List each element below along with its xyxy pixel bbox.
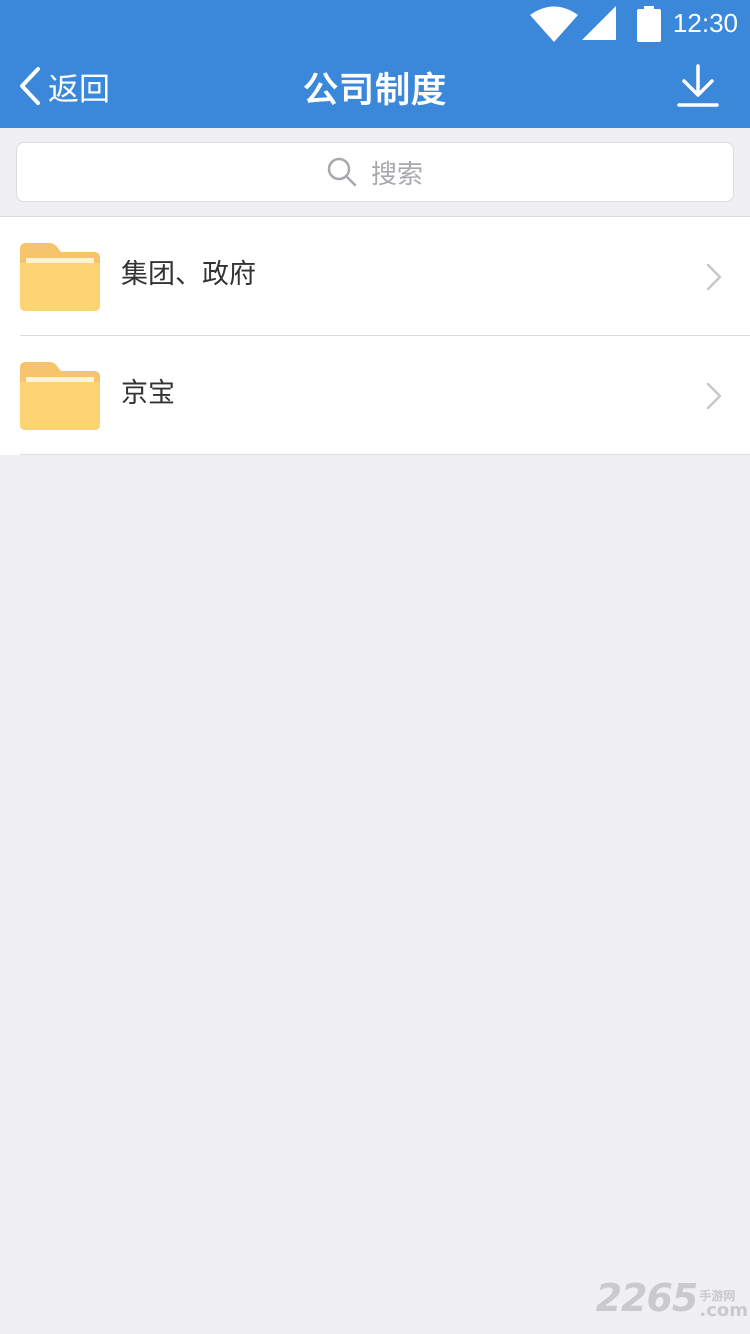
header: 12:30 返回 公司制度 (0, 0, 750, 128)
divider (20, 454, 750, 455)
status-bar: 12:30 (0, 0, 750, 48)
search-bar: 搜索 (0, 128, 750, 216)
watermark-logo: 2265 手游网 .com (596, 1276, 748, 1320)
watermark-main: 2265 (595, 1276, 699, 1320)
nav-bar: 返回 公司制度 (0, 48, 750, 128)
search-placeholder: 搜索 (370, 159, 423, 190)
watermark-side: 手游网 .com (699, 1290, 748, 1320)
folder-list: 集团、政府 京宝 (0, 216, 750, 455)
download-icon (677, 64, 719, 107)
cellular-signal-icon (582, 6, 616, 40)
wifi-icon (530, 6, 578, 42)
battery-icon (637, 6, 661, 42)
folder-label: 集团、政府 (121, 259, 256, 290)
folder-item-jingbao[interactable]: 京宝 (0, 336, 750, 455)
page-title: 公司制度 (302, 71, 447, 111)
folder-icon (20, 362, 100, 430)
search-input[interactable]: 搜索 (16, 142, 734, 202)
folder-item-group-government[interactable]: 集团、政府 (0, 217, 750, 336)
folder-label: 京宝 (121, 378, 175, 409)
download-button[interactable] (676, 64, 720, 108)
search-icon (327, 157, 357, 187)
chevron-right-icon (706, 382, 722, 410)
folder-icon (20, 243, 100, 311)
chevron-right-icon (706, 263, 722, 291)
status-time: 12:30 (672, 8, 738, 38)
watermark-com: .com (699, 1300, 748, 1321)
